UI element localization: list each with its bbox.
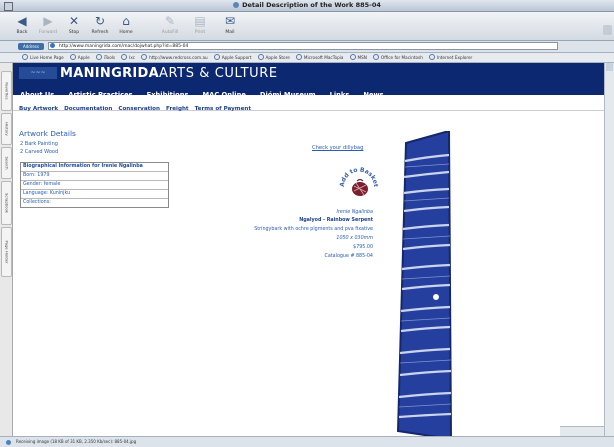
favorite-globe-icon	[428, 54, 435, 60]
autofill-button[interactable]: ✎ AutoFill	[158, 14, 182, 35]
favorite-item[interactable]: http://www.redcross.com.au	[141, 53, 208, 62]
forward-button[interactable]: ▶ Forward	[36, 14, 60, 35]
favorite-globe-icon	[213, 54, 220, 60]
refresh-button[interactable]: ↻ Refresh	[88, 14, 112, 35]
forward-arrow-icon: ▶	[43, 14, 53, 28]
artwork-title: Ngalyod - Rainbow Serpent	[299, 218, 373, 223]
vertical-scrollbar[interactable]	[604, 63, 614, 436]
favorite-globe-icon	[22, 54, 28, 60]
favorite-globe-icon	[349, 54, 356, 60]
window-title: Detail Description of the Work 885-04	[0, 0, 614, 11]
site-header: ~~~ MANINGRIDAARTS & CULTURE About UsArt…	[13, 63, 604, 99]
main-nav: About UsArtistic PracticesExhibitionsMAC…	[20, 82, 398, 99]
subnav-item[interactable]: Conservation	[118, 106, 160, 112]
favorite-item[interactable]: Microsoft MacTopia	[295, 53, 344, 62]
back-arrow-icon: ◀	[17, 14, 27, 28]
favorite-item[interactable]: MSN	[349, 53, 367, 62]
explorer-side-tabs: Favorites History Search Scrapbook Page …	[0, 63, 13, 436]
address-field[interactable]: http://www.maningrida.com/mac/dojwhat.ph…	[48, 42, 558, 50]
subnav-item[interactable]: Buy Artwork	[19, 106, 58, 112]
home-icon: ⌂	[122, 14, 130, 28]
side-tab-history[interactable]: History	[1, 113, 12, 145]
favorite-item[interactable]: iTools	[95, 53, 115, 62]
mail-icon: ✉	[224, 14, 236, 28]
artwork-dimensions: 1050 x 030mm	[336, 236, 373, 241]
artwork-image[interactable]	[396, 131, 454, 436]
stop-button[interactable]: ✕ Stop	[62, 14, 86, 35]
subnav-item[interactable]: Documentation	[64, 106, 112, 112]
bio-born: Born: 1979	[21, 172, 168, 182]
status-bar: Receiving image (18 KB of 31 KB, 2.350 K…	[0, 436, 614, 447]
globe-icon	[6, 440, 11, 445]
favorite-globe-icon	[257, 54, 264, 60]
side-tab-search[interactable]: Search	[1, 147, 12, 179]
side-tab-favorites[interactable]: Favorites	[1, 71, 12, 111]
toolbar-toggle-button[interactable]	[603, 25, 612, 35]
favorite-item[interactable]: Apple Store	[257, 53, 290, 62]
favorite-globe-icon	[141, 54, 148, 60]
artist-name: Irenie Ngalinba	[336, 210, 373, 215]
artwork-catalogue: Catalogue # 885-04	[324, 254, 373, 259]
title-bar[interactable]: Detail Description of the Work 885-04	[0, 0, 614, 12]
bio-table: Biographical Information for Irenie Ngal…	[20, 162, 169, 209]
address-bar: Address http://www.maningrida.com/mac/do…	[0, 41, 614, 53]
home-button[interactable]: ⌂ Home	[114, 14, 138, 35]
favorite-globe-icon	[95, 54, 102, 60]
favorite-globe-icon	[372, 54, 379, 60]
autofill-icon: ✎	[164, 14, 176, 28]
page-content: ~~~ MANINGRIDAARTS & CULTURE About UsArt…	[13, 63, 604, 436]
toolbar: ◀ Back ▶ Forward ✕ Stop ↻ Refresh ⌂ Home ✎ Aut…	[0, 12, 614, 41]
favorite-globe-icon	[69, 54, 76, 60]
page-globe-icon	[50, 43, 55, 48]
refresh-icon: ↻	[94, 14, 106, 28]
sub-nav: Buy Artwork Documentation Conservation Frei…	[13, 95, 604, 112]
print-button[interactable]: ▤ Print	[188, 14, 212, 35]
mail-button[interactable]: ✉ Mail	[218, 14, 242, 35]
favorites-bar: Live Home Page Apple iTools Ixc http://www.r…	[0, 53, 614, 63]
artwork-price: $795.00	[353, 245, 373, 250]
check-dillybag-link[interactable]: Check your dillybag	[312, 145, 363, 151]
favorite-item[interactable]: Internet Explorer	[428, 53, 472, 62]
subnav-item[interactable]: Freight	[166, 106, 189, 112]
resize-area[interactable]	[560, 426, 604, 436]
print-icon: ▤	[194, 14, 206, 28]
favorite-item[interactable]: Apple Support	[213, 53, 252, 62]
favorite-item[interactable]: Ixc	[121, 53, 135, 62]
page-icon	[233, 2, 240, 8]
site-logo[interactable]: ~~~	[19, 67, 57, 79]
artwork-medium: Stringybark with ochre pigments and pva …	[254, 227, 373, 232]
bio-gender: Gender: female	[21, 181, 168, 191]
stop-icon: ✕	[68, 14, 80, 28]
scroll-thumb[interactable]	[606, 63, 613, 71]
address-label: Address	[18, 43, 44, 50]
bio-language: Language: Kuninjku	[21, 190, 168, 200]
favorite-globe-icon	[121, 54, 128, 60]
bio-title: Biographical Information for Irenie Ngal…	[21, 163, 168, 173]
link-bark-painting[interactable]: 2 Bark Painting	[20, 141, 58, 147]
subnav-item[interactable]: Terms of Payment	[195, 106, 251, 112]
add-to-basket-seal[interactable]: Add to Basket	[337, 162, 382, 207]
favorite-globe-icon	[295, 54, 302, 60]
bio-collections: Collections:	[23, 200, 51, 206]
side-tab-page-holder[interactable]: Page Holder	[1, 227, 12, 277]
back-button[interactable]: ◀ Back	[10, 14, 34, 35]
link-carved-wood[interactable]: 2 Carved Wood	[20, 149, 58, 155]
favorite-item[interactable]: Office for Macintosh	[372, 53, 423, 62]
favorite-item[interactable]: Apple	[69, 53, 90, 62]
site-brand: MANINGRIDAARTS & CULTURE	[60, 66, 278, 81]
browser-window: Detail Description of the Work 885-04 ◀ B…	[0, 0, 614, 447]
favorite-item[interactable]: Live Home Page	[22, 53, 64, 62]
artwork-details-heading: Artwork Details	[19, 129, 76, 138]
side-tab-scrapbook[interactable]: Scrapbook	[1, 181, 12, 225]
